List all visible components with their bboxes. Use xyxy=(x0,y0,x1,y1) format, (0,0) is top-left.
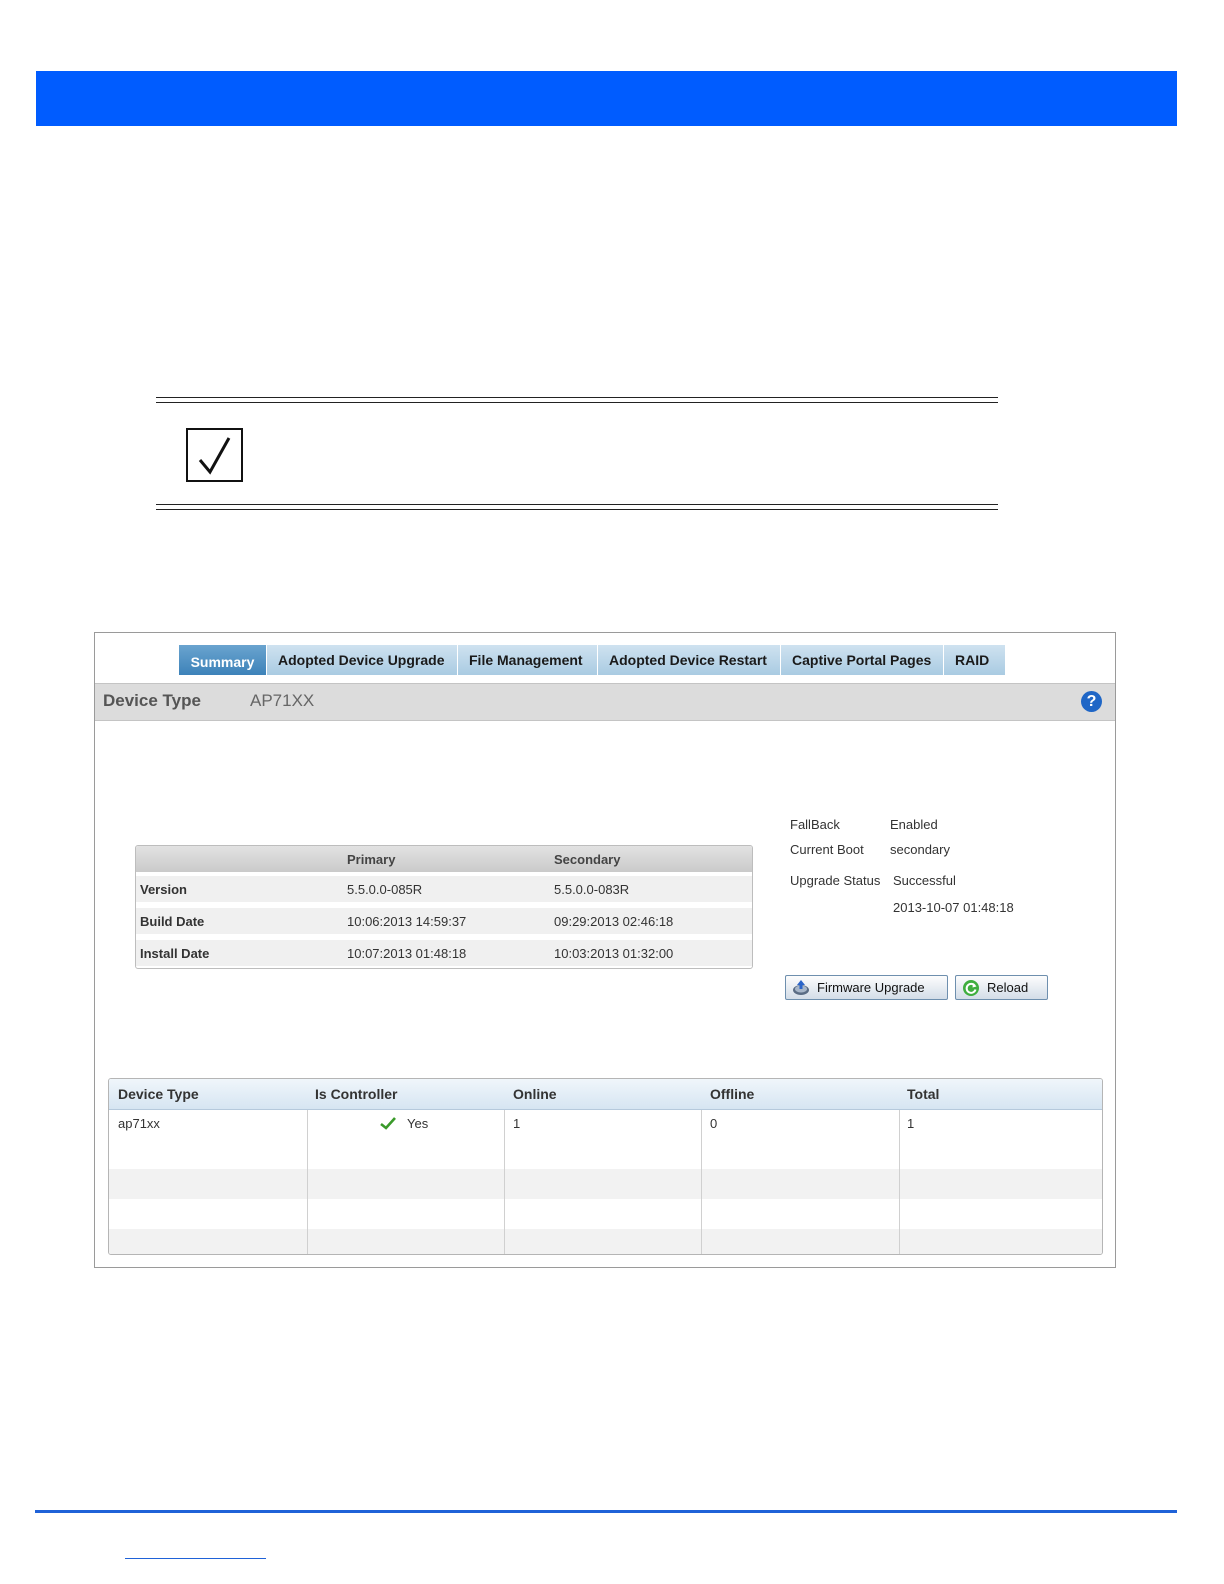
primary-install-date: 10:07:2013 01:48:18 xyxy=(347,946,467,961)
page-header-banner xyxy=(36,71,1177,126)
column-header-secondary: Secondary xyxy=(554,852,621,867)
device-type-value: AP71XX xyxy=(250,691,315,710)
column-header-online[interactable]: Online xyxy=(513,1086,557,1102)
empty-table-row xyxy=(109,1169,1102,1199)
current-boot-label: Current Boot xyxy=(790,842,864,857)
check-icon xyxy=(380,1116,396,1133)
cell-offline: 0 xyxy=(710,1116,718,1131)
table-row: Build Date 10:06:2013 14:59:37 09:29:201… xyxy=(136,908,752,934)
column-header-primary: Primary xyxy=(347,852,396,867)
reload-label: Reload xyxy=(987,980,1029,995)
checkmark-note-icon xyxy=(186,428,243,482)
firmware-upgrade-label: Firmware Upgrade xyxy=(817,980,925,995)
note-top-rule xyxy=(156,397,998,398)
tab-summary[interactable]: Summary xyxy=(179,645,267,675)
secondary-version: 5.5.0.0-083R xyxy=(554,882,630,897)
empty-table-row xyxy=(109,1139,1102,1169)
tab-file-management[interactable]: File Management xyxy=(458,645,598,675)
tab-captive-portal-pages[interactable]: Captive Portal Pages xyxy=(781,645,944,675)
version-table-header: Primary Secondary xyxy=(136,846,752,872)
primary-version: 5.5.0.0-085R xyxy=(347,882,423,897)
cell-is-controller: Yes xyxy=(407,1116,429,1131)
device-table-header: Device Type Is Controller Online Offline… xyxy=(109,1079,1102,1110)
current-boot-value: secondary xyxy=(890,842,950,857)
cell-device-type: ap71xx xyxy=(118,1116,160,1131)
version-table: Primary Secondary Version 5.5.0.0-085R 5… xyxy=(135,845,753,969)
primary-build-date: 10:06:2013 14:59:37 xyxy=(347,914,467,929)
empty-table-row xyxy=(109,1199,1102,1229)
fallback-value: Enabled xyxy=(890,817,938,832)
tab-raid[interactable]: RAID xyxy=(944,645,1006,675)
device-summary-table: ap71xx Yes 1 0 1 Device Type Is Controll… xyxy=(108,1078,1103,1255)
tab-bar: Summary Adopted Device Upgrade File Mana… xyxy=(179,645,1006,675)
row-label-build-date: Build Date xyxy=(140,914,205,929)
row-label-install-date: Install Date xyxy=(140,946,210,961)
fallback-label: FallBack xyxy=(790,817,840,832)
table-row: Install Date 10:07:2013 01:48:18 10:03:2… xyxy=(136,940,752,966)
table-row[interactable]: ap71xx Yes 1 0 1 xyxy=(109,1109,1102,1139)
column-header-total[interactable]: Total xyxy=(907,1086,939,1102)
tab-adopted-device-restart[interactable]: Adopted Device Restart xyxy=(598,645,781,675)
secondary-install-date: 10:03:2013 01:32:00 xyxy=(554,946,674,961)
empty-table-row xyxy=(109,1229,1102,1254)
table-row: Version 5.5.0.0-085R 5.5.0.0-083R xyxy=(136,876,752,902)
secondary-build-date: 09:29:2013 02:46:18 xyxy=(554,914,674,929)
footer-link-underline[interactable] xyxy=(125,1558,266,1559)
upgrade-status-label: Upgrade Status xyxy=(790,873,881,888)
device-type-bar: Device Type AP71XX ? xyxy=(95,683,1115,721)
reload-icon xyxy=(962,979,980,997)
upgrade-time: 2013-10-07 01:48:18 xyxy=(893,900,1014,915)
note-bottom-rule xyxy=(156,504,998,505)
row-label-version: Version xyxy=(140,882,187,897)
cell-online: 1 xyxy=(513,1116,521,1131)
device-type-label: Device Type xyxy=(103,691,201,710)
column-header-is-controller[interactable]: Is Controller xyxy=(315,1086,397,1102)
firmware-disk-icon xyxy=(792,979,810,997)
help-icon[interactable]: ? xyxy=(1081,691,1102,712)
cell-total: 1 xyxy=(907,1116,915,1131)
firmware-upgrade-button[interactable]: Firmware Upgrade xyxy=(785,975,948,1000)
note-top-rule-inner xyxy=(156,402,998,403)
column-header-device-type[interactable]: Device Type xyxy=(118,1086,199,1102)
firmware-summary-screen: Summary Adopted Device Upgrade File Mana… xyxy=(94,632,1116,1268)
upgrade-status-value: Successful xyxy=(893,873,956,888)
note-bottom-rule-inner xyxy=(156,509,998,510)
column-header-offline[interactable]: Offline xyxy=(710,1086,754,1102)
footer-rule xyxy=(35,1510,1177,1513)
reload-button[interactable]: Reload xyxy=(955,975,1048,1000)
tab-adopted-device-upgrade[interactable]: Adopted Device Upgrade xyxy=(267,645,458,675)
